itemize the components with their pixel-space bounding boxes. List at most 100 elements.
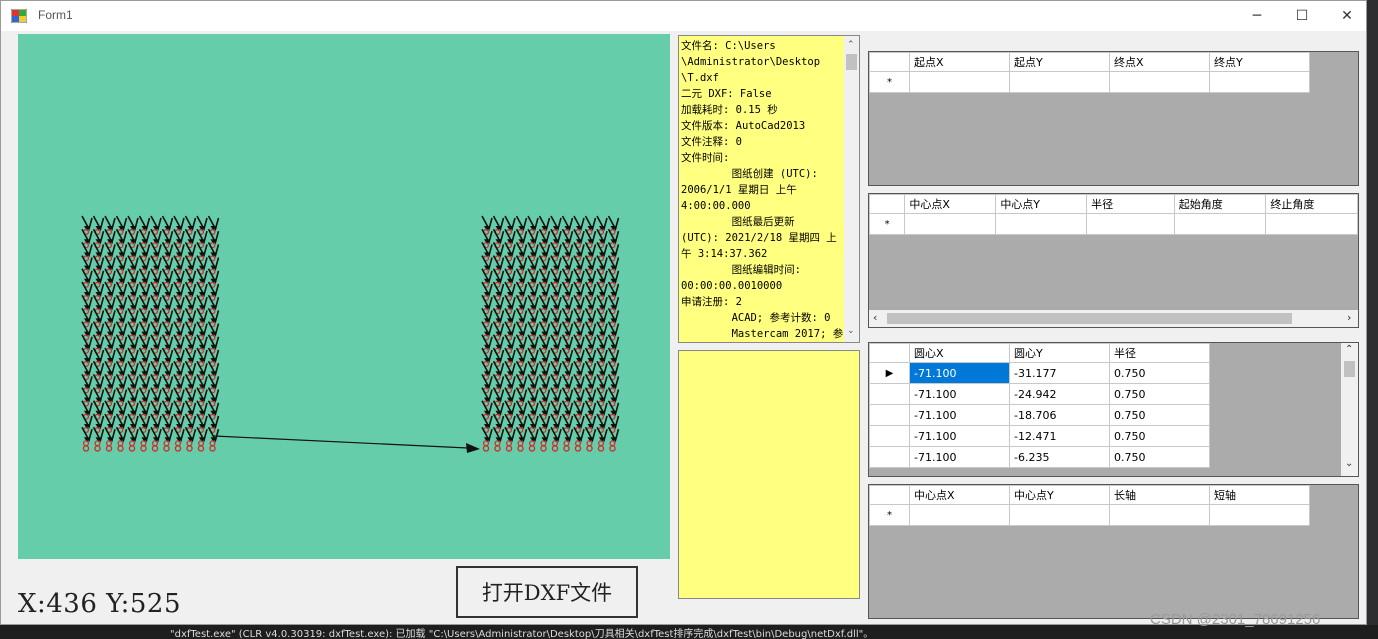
table-cell[interactable]: -71.100 [909, 362, 1010, 384]
scroll-down-icon[interactable]: ⌄ [1345, 458, 1353, 469]
column-header[interactable]: 长轴 [1109, 485, 1210, 505]
new-row[interactable]: * [869, 213, 1358, 235]
drawn-circle [609, 440, 616, 447]
column-header[interactable]: 半径 [1086, 194, 1175, 214]
new-row[interactable]: * [869, 71, 1310, 93]
main-window: Form1 ─ ☐ ✕ X:436 Y:525 打开DXF文件 文件名: C:\… [0, 0, 1367, 625]
file-info-textbox[interactable]: 文件名: C:\Users \Administrator\Desktop \T.… [678, 35, 860, 343]
drawn-circle [117, 440, 124, 447]
right-part-array [481, 215, 620, 452]
table-cell[interactable]: 0.750 [1109, 425, 1210, 447]
maximize-button[interactable]: ☐ [1279, 1, 1325, 31]
table-row[interactable]: ▶ -71.100 -31.177 0.750 [869, 362, 1210, 384]
row-header[interactable] [869, 383, 910, 405]
table-cell[interactable] [1009, 504, 1110, 526]
table-cell[interactable] [995, 213, 1088, 235]
row-header-corner [869, 485, 910, 505]
table-cell[interactable]: -71.100 [909, 383, 1010, 405]
watermark-text: CSDN @2301_78691256 [1150, 611, 1321, 628]
table-cell[interactable]: -18.706 [1009, 404, 1110, 426]
info-scrollbar[interactable]: ⌃ ⌄ [844, 36, 859, 342]
column-header[interactable]: 终点X [1109, 52, 1210, 72]
dxf-drawing-canvas[interactable] [18, 34, 670, 559]
horizontal-scrollbar[interactable]: ‹ › [869, 310, 1358, 327]
drawn-circle [574, 445, 582, 452]
drawn-circle [506, 440, 513, 447]
row-header[interactable] [869, 425, 910, 447]
column-header[interactable]: 半径 [1109, 343, 1210, 363]
table-cell[interactable] [909, 71, 1010, 93]
column-header[interactable]: 中心点X [909, 485, 1010, 505]
new-row-marker: * [869, 213, 906, 235]
column-header[interactable]: 圆心Y [1009, 343, 1110, 363]
window-title: Form1 [38, 8, 73, 22]
drawn-circle [609, 445, 616, 452]
drawn-circle [94, 445, 101, 452]
title-bar[interactable]: Form1 ─ ☐ ✕ [1, 1, 1366, 31]
table-cell[interactable]: -31.177 [1009, 362, 1110, 384]
table-cell[interactable]: -24.942 [1009, 383, 1110, 405]
scroll-left-icon[interactable]: ‹ [873, 311, 877, 324]
output-textbox[interactable] [678, 350, 860, 599]
table-cell[interactable] [909, 504, 1010, 526]
table-cell[interactable]: 0.750 [1109, 383, 1210, 405]
table-cell[interactable]: -71.100 [909, 404, 1010, 426]
scroll-down-icon[interactable]: ⌄ [847, 326, 855, 336]
column-header[interactable]: 起点Y [1009, 52, 1110, 72]
column-header[interactable]: 圆心X [909, 343, 1010, 363]
column-header[interactable]: 起始角度 [1173, 194, 1267, 214]
table-cell[interactable] [1009, 71, 1110, 93]
table-cell[interactable]: 0.750 [1109, 362, 1210, 384]
table-row[interactable]: -71.100 -12.471 0.750 [869, 425, 1210, 447]
ellipses-grid[interactable]: 中心点X 中心点Y 长轴 短轴 * [868, 484, 1359, 619]
scroll-thumb[interactable] [846, 54, 857, 70]
table-cell[interactable] [1109, 71, 1210, 93]
column-header[interactable]: 短轴 [1209, 485, 1310, 505]
column-header[interactable]: 中心点X [904, 194, 997, 214]
column-header[interactable]: 终止角度 [1265, 194, 1358, 214]
cursor-coordinates: X:436 Y:525 [18, 589, 181, 619]
column-header[interactable]: 终点Y [1209, 52, 1310, 72]
drawn-circle [186, 440, 193, 447]
close-button[interactable]: ✕ [1324, 1, 1366, 31]
arcs-grid[interactable]: 中心点X 中心点Y 半径 起始角度 终止角度 * ‹ › [868, 193, 1359, 328]
drawn-circle [540, 445, 547, 452]
scroll-up-icon[interactable]: ⌃ [1345, 344, 1353, 355]
table-cell[interactable]: -6.235 [1009, 446, 1110, 468]
close-icon: ✕ [1341, 8, 1353, 24]
minimize-button[interactable]: ─ [1234, 1, 1280, 31]
table-cell[interactable]: -71.100 [909, 446, 1010, 468]
scroll-right-icon[interactable]: › [1347, 311, 1351, 324]
lines-grid[interactable]: 起点X 起点Y 终点X 终点Y * [868, 51, 1359, 186]
table-cell[interactable]: -12.471 [1009, 425, 1110, 447]
column-header[interactable]: 起点X [909, 52, 1010, 72]
vertical-scrollbar[interactable]: ⌃ ⌄ [1341, 343, 1358, 476]
table-row[interactable]: -71.100 -6.235 0.750 [869, 446, 1210, 468]
table-cell[interactable] [1265, 213, 1358, 235]
table-cell[interactable] [1209, 504, 1310, 526]
table-cell[interactable] [1109, 504, 1210, 526]
scroll-thumb[interactable] [1344, 361, 1355, 377]
table-cell[interactable]: 0.750 [1109, 446, 1210, 468]
open-dxf-button[interactable]: 打开DXF文件 [456, 566, 638, 618]
table-cell[interactable] [1086, 213, 1175, 235]
table-cell[interactable]: 0.750 [1109, 404, 1210, 426]
scroll-thumb[interactable] [887, 313, 1292, 324]
row-header[interactable] [869, 404, 910, 426]
table-cell[interactable] [1173, 213, 1267, 235]
drawn-circle [551, 445, 559, 452]
drawn-circle [540, 440, 547, 447]
circles-grid[interactable]: 圆心X 圆心Y 半径 ▶ -71.100 -31.177 0.750 -71.1… [868, 342, 1359, 477]
table-row[interactable]: -71.100 -24.942 0.750 [869, 383, 1210, 405]
column-header[interactable]: 中心点Y [1009, 485, 1110, 505]
scroll-up-icon[interactable]: ⌃ [847, 40, 855, 50]
column-header[interactable]: 中心点Y [995, 194, 1088, 214]
table-cell[interactable]: -71.100 [909, 425, 1010, 447]
new-row[interactable]: * [869, 504, 1310, 526]
drawn-circle [82, 440, 89, 447]
table-row[interactable]: -71.100 -18.706 0.750 [869, 404, 1210, 426]
drawn-circle [174, 445, 182, 452]
table-cell[interactable] [904, 213, 997, 235]
table-cell[interactable] [1209, 71, 1310, 93]
row-header[interactable] [869, 446, 910, 468]
